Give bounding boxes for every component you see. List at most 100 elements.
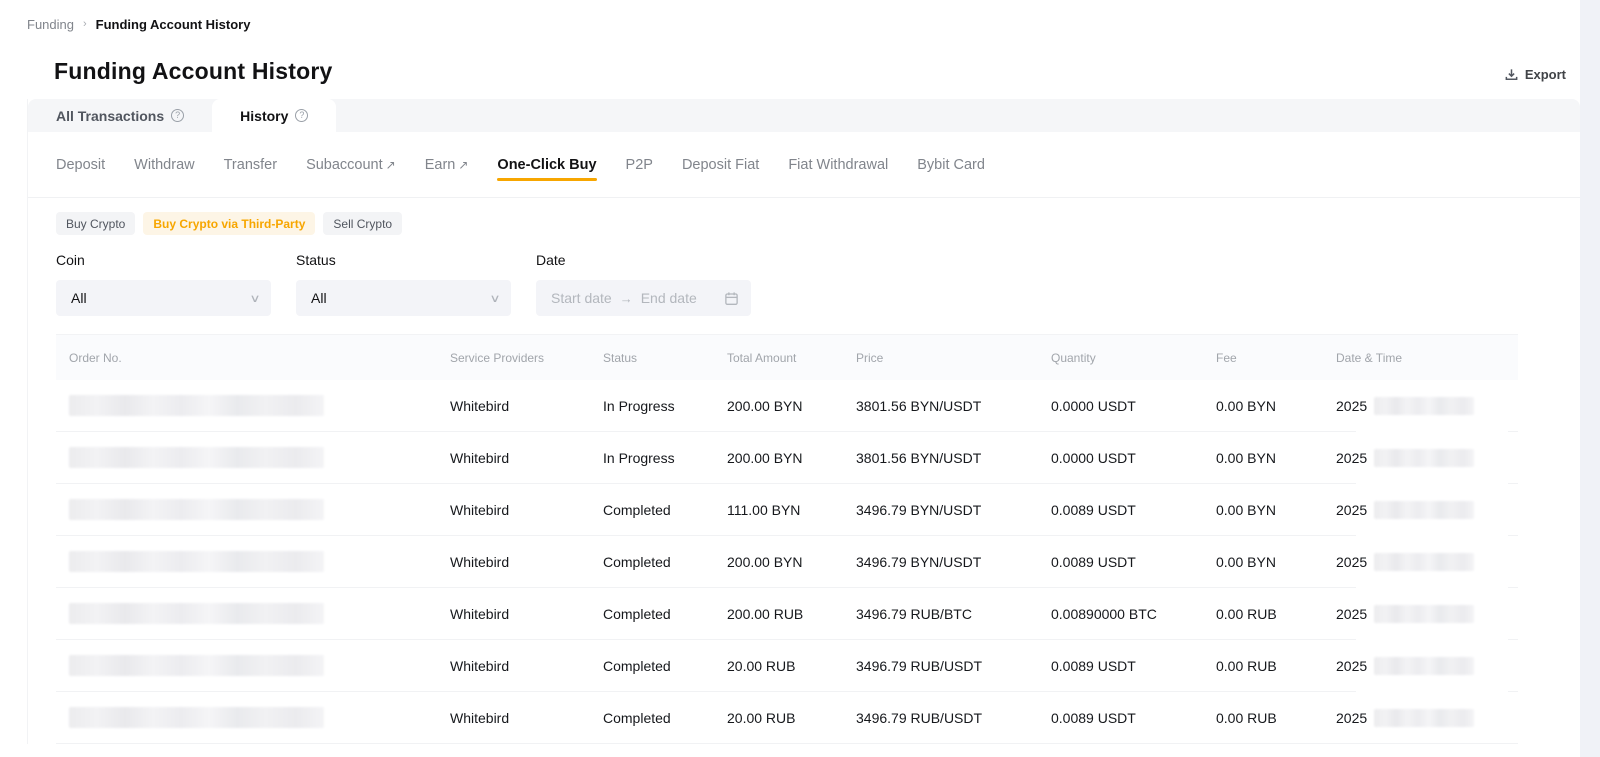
price-cell: 3496.79 BYN/USDT <box>843 502 1038 518</box>
quantity-cell: 0.0000 USDT <box>1038 398 1203 414</box>
status-filter-label: Status <box>296 252 511 268</box>
redacted-date <box>1374 657 1474 675</box>
redacted-date <box>1374 553 1474 571</box>
order-no-cell <box>56 447 437 468</box>
breadcrumb-parent-link[interactable]: Funding <box>27 17 74 32</box>
column-header: Status <box>590 351 714 365</box>
download-icon <box>1504 67 1519 82</box>
redacted-date <box>1374 449 1474 467</box>
subtab[interactable]: Transfer <box>224 132 277 197</box>
title-row: Funding Account History Export <box>27 32 1600 85</box>
page-title: Funding Account History <box>54 58 332 85</box>
table-row: Whitebird In Progress 200.00 BYN 3801.56… <box>56 380 1518 432</box>
tab-label: History <box>240 108 288 124</box>
total-amount-cell: 200.00 BYN <box>714 398 843 414</box>
subtab-label: Deposit Fiat <box>682 157 759 173</box>
filters-row: Coin All ∨ Status All ∨ Date Start date … <box>28 252 1580 316</box>
filter-pill[interactable]: Sell Crypto <box>323 212 402 235</box>
breadcrumb: Funding › Funding Account History <box>27 16 1600 32</box>
date-filter-label: Date <box>536 252 751 268</box>
redacted-order-no <box>69 447 324 468</box>
subtab[interactable]: Bybit Card <box>917 132 985 197</box>
chevron-down-icon: ∨ <box>489 292 500 305</box>
date-time-cell: 2025 <box>1323 605 1518 623</box>
subtab-label: P2P <box>626 157 653 173</box>
fee-cell: 0.00 BYN <box>1203 554 1323 570</box>
filter-pill[interactable]: Buy Crypto <box>56 212 135 235</box>
price-cell: 3496.79 RUB/USDT <box>843 710 1038 726</box>
end-date-input[interactable]: End date <box>641 290 697 306</box>
provider-cell: Whitebird <box>437 710 590 726</box>
fee-cell: 0.00 BYN <box>1203 450 1323 466</box>
provider-cell: Whitebird <box>437 502 590 518</box>
tab-label: All Transactions <box>56 108 164 124</box>
export-button[interactable]: Export <box>1504 67 1566 85</box>
fee-cell: 0.00 RUB <box>1203 710 1323 726</box>
pill-label: Buy Crypto <box>66 217 125 231</box>
column-header: Order No. <box>56 351 437 365</box>
table-row: Whitebird Completed 20.00 RUB 3496.79 RU… <box>56 640 1518 692</box>
date-range-picker[interactable]: Start date → End date <box>536 280 751 316</box>
redacted-date <box>1374 397 1474 415</box>
export-label: Export <box>1525 67 1566 82</box>
redacted-order-no <box>69 395 324 416</box>
tab[interactable]: History ? <box>212 99 336 132</box>
provider-cell: Whitebird <box>437 606 590 622</box>
price-cell: 3801.56 BYN/USDT <box>843 398 1038 414</box>
price-cell: 3801.56 BYN/USDT <box>843 450 1038 466</box>
tab[interactable]: All Transactions ? <box>28 99 212 132</box>
subtab[interactable]: One-Click Buy <box>497 132 596 197</box>
external-link-icon: ↗ <box>386 158 396 172</box>
date-year: 2025 <box>1336 502 1367 518</box>
subtab[interactable]: Deposit Fiat <box>682 132 759 197</box>
order-no-cell <box>56 499 437 520</box>
quantity-cell: 0.00890000 BTC <box>1038 606 1203 622</box>
date-time-cell: 2025 <box>1323 501 1518 519</box>
status-filter: Status All ∨ <box>296 252 511 316</box>
subtab[interactable]: P2P <box>626 132 653 197</box>
price-cell: 3496.79 BYN/USDT <box>843 554 1038 570</box>
total-amount-cell: 20.00 RUB <box>714 710 843 726</box>
redacted-date <box>1374 709 1474 727</box>
redacted-order-no <box>69 707 324 728</box>
provider-cell: Whitebird <box>437 554 590 570</box>
fee-cell: 0.00 BYN <box>1203 502 1323 518</box>
subtab[interactable]: Earn ↗ <box>425 132 469 197</box>
coin-select[interactable]: All ∨ <box>56 280 271 316</box>
date-year: 2025 <box>1336 450 1367 466</box>
price-cell: 3496.79 RUB/USDT <box>843 658 1038 674</box>
status-select-value: All <box>311 290 327 306</box>
date-year: 2025 <box>1336 554 1367 570</box>
topbar: Funding › Funding Account History Fundin… <box>0 0 1600 85</box>
date-filter: Date Start date → End date <box>536 252 751 316</box>
subtab-label: Earn <box>425 157 456 173</box>
table-body: Whitebird In Progress 200.00 BYN 3801.56… <box>56 380 1518 744</box>
status-select[interactable]: All ∨ <box>296 280 511 316</box>
date-year: 2025 <box>1336 710 1367 726</box>
subtab-label: Transfer <box>224 157 277 173</box>
column-header: Service Providers <box>437 351 590 365</box>
subtab[interactable]: Subaccount ↗ <box>306 132 396 197</box>
quantity-cell: 0.0000 USDT <box>1038 450 1203 466</box>
provider-cell: Whitebird <box>437 450 590 466</box>
order-no-cell <box>56 707 437 728</box>
chevron-down-icon: ∨ <box>249 292 260 305</box>
redacted-order-no <box>69 499 324 520</box>
table-row: Whitebird Completed 20.00 RUB 3496.79 RU… <box>56 692 1518 744</box>
subtabs-bar: Deposit Withdraw Transfer Subaccount ↗ E… <box>28 132 1580 198</box>
breadcrumb-current: Funding Account History <box>96 17 251 32</box>
subtab[interactable]: Deposit <box>56 132 105 197</box>
fee-cell: 0.00 RUB <box>1203 658 1323 674</box>
provider-cell: Whitebird <box>437 398 590 414</box>
start-date-input[interactable]: Start date <box>551 290 612 306</box>
subtab[interactable]: Fiat Withdrawal <box>788 132 888 197</box>
page-right-gutter <box>1580 0 1600 757</box>
status-cell: In Progress <box>590 450 714 466</box>
order-no-cell <box>56 603 437 624</box>
status-cell: Completed <box>590 710 714 726</box>
filter-pill[interactable]: Buy Crypto via Third-Party <box>143 212 315 235</box>
external-link-icon: ↗ <box>458 158 468 172</box>
subtab[interactable]: Withdraw <box>134 132 194 197</box>
redacted-order-no <box>69 551 324 572</box>
date-year: 2025 <box>1336 606 1367 622</box>
